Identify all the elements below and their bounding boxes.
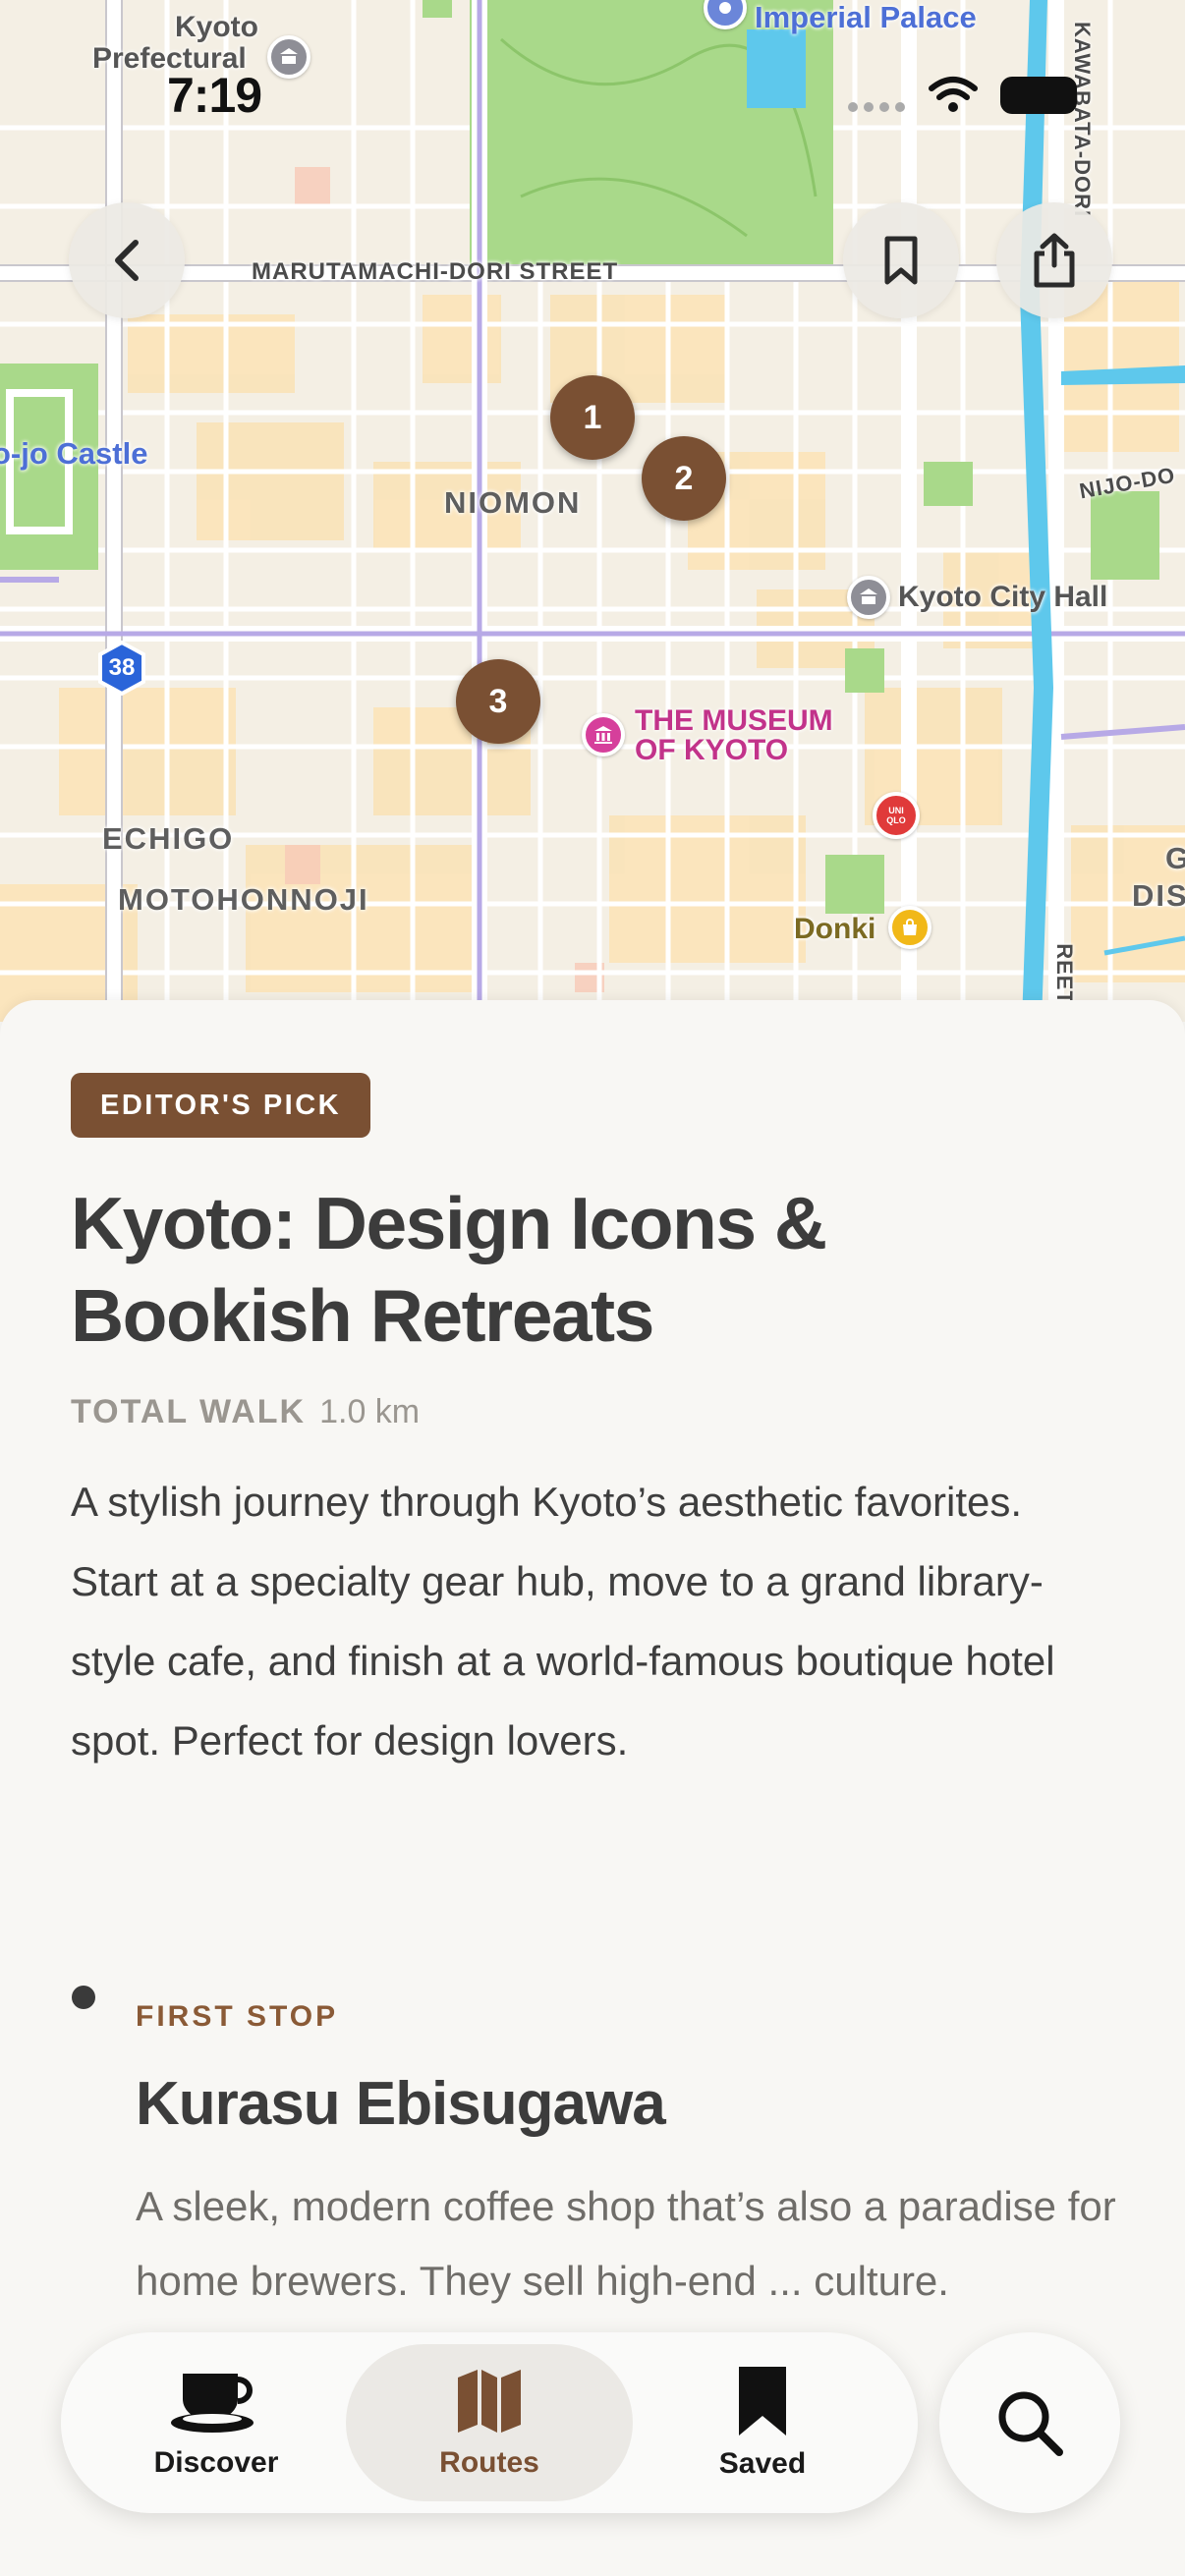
route-stop-marker-1[interactable]: 1 bbox=[550, 375, 635, 460]
search-button[interactable] bbox=[939, 2332, 1120, 2513]
route-stop-marker-3[interactable]: 3 bbox=[456, 659, 540, 744]
district-label-niomon: NIOMON bbox=[444, 485, 582, 520]
wifi-icon bbox=[929, 77, 978, 112]
bookmark-icon bbox=[739, 2367, 786, 2436]
back-button[interactable] bbox=[69, 202, 185, 318]
government-building-icon[interactable] bbox=[267, 35, 310, 79]
share-icon bbox=[1034, 233, 1075, 288]
street-label-kawabata: KAWABATA-DORI bbox=[1070, 21, 1096, 218]
tab-saved-label: Saved bbox=[718, 2447, 807, 2480]
total-walk-value: 1.0 km bbox=[319, 1393, 421, 1430]
poi-label-museum-line2: OF KYOTO bbox=[635, 734, 789, 766]
district-label-echigo: ECHIGO bbox=[102, 821, 235, 856]
tab-routes-label: Routes bbox=[439, 2446, 539, 2479]
timeline-dot-icon bbox=[72, 1986, 95, 2009]
district-label-g: G bbox=[1165, 841, 1185, 875]
poi-label-donki: Donki bbox=[794, 913, 876, 945]
city-hall-icon[interactable] bbox=[847, 576, 890, 619]
poi-label-imperial-palace: Imperial Palace bbox=[755, 0, 977, 34]
tab-bar: Discover Routes Saved bbox=[61, 2332, 918, 2513]
poi-label-museum-line1: THE MUSEUM bbox=[635, 704, 833, 737]
share-button[interactable] bbox=[996, 202, 1112, 318]
first-stop-name[interactable]: Kurasu Ebisugawa bbox=[136, 2069, 666, 2139]
poi-label-city-hall: Kyoto City Hall bbox=[898, 581, 1108, 613]
poi-label-castle: o-jo Castle bbox=[0, 436, 148, 471]
tab-discover-label: Discover bbox=[153, 2446, 279, 2479]
tab-routes[interactable]: Routes bbox=[346, 2344, 633, 2501]
route-description: A stylish journey through Kyoto’s aesthe… bbox=[71, 1479, 1055, 1764]
tab-saved[interactable]: Saved bbox=[619, 2344, 906, 2501]
coffee-cup-icon bbox=[171, 2374, 254, 2433]
status-time: 7:19 bbox=[167, 68, 262, 123]
first-stop-kicker: FIRST STOP bbox=[136, 2000, 339, 2033]
uniqlo-logo-text: UNI QLO bbox=[886, 806, 906, 825]
street-label-right: REET bbox=[1051, 943, 1077, 1005]
shopping-bag-icon[interactable] bbox=[888, 906, 931, 949]
map-icon bbox=[458, 2370, 521, 2433]
route-stop-marker-2[interactable]: 2 bbox=[642, 436, 726, 521]
district-label-dis: DIS bbox=[1132, 878, 1185, 913]
total-walk-row: TOTAL WALK 1.0 km bbox=[71, 1393, 420, 1431]
bookmark-route-button[interactable] bbox=[843, 202, 959, 318]
editors-pick-badge: EDITOR'S PICK bbox=[71, 1073, 371, 1138]
tab-discover[interactable]: Discover bbox=[73, 2344, 360, 2501]
route-38-shield: 38 bbox=[94, 640, 149, 697]
search-icon bbox=[998, 2391, 1063, 2456]
bookmark-outline-icon bbox=[884, 236, 918, 285]
uniqlo-store-icon[interactable]: UNI QLO bbox=[873, 792, 920, 839]
route-title: Kyoto: Design Icons & Bookish Retreats bbox=[71, 1182, 827, 1357]
museum-icon[interactable] bbox=[582, 713, 625, 756]
map-base bbox=[0, 0, 1185, 1022]
dynamic-island-dots-icon bbox=[848, 102, 905, 112]
poi-label-prefectural-line1: Kyoto bbox=[175, 11, 258, 43]
route-map[interactable]: MARUTAMACHI-DORI STREET NIJO-DO KAWABATA… bbox=[0, 0, 1185, 1022]
battery-icon bbox=[1000, 77, 1077, 114]
route-38-number: 38 bbox=[108, 654, 136, 681]
chevron-left-icon bbox=[115, 240, 139, 281]
street-label-marutamachi: MARUTAMACHI-DORI STREET bbox=[252, 258, 619, 285]
total-walk-label: TOTAL WALK bbox=[71, 1393, 307, 1430]
first-stop-description: A sleek, modern coffee shop that’s also … bbox=[136, 2183, 1116, 2304]
district-label-motohonnoji: MOTOHONNOJI bbox=[118, 882, 369, 917]
